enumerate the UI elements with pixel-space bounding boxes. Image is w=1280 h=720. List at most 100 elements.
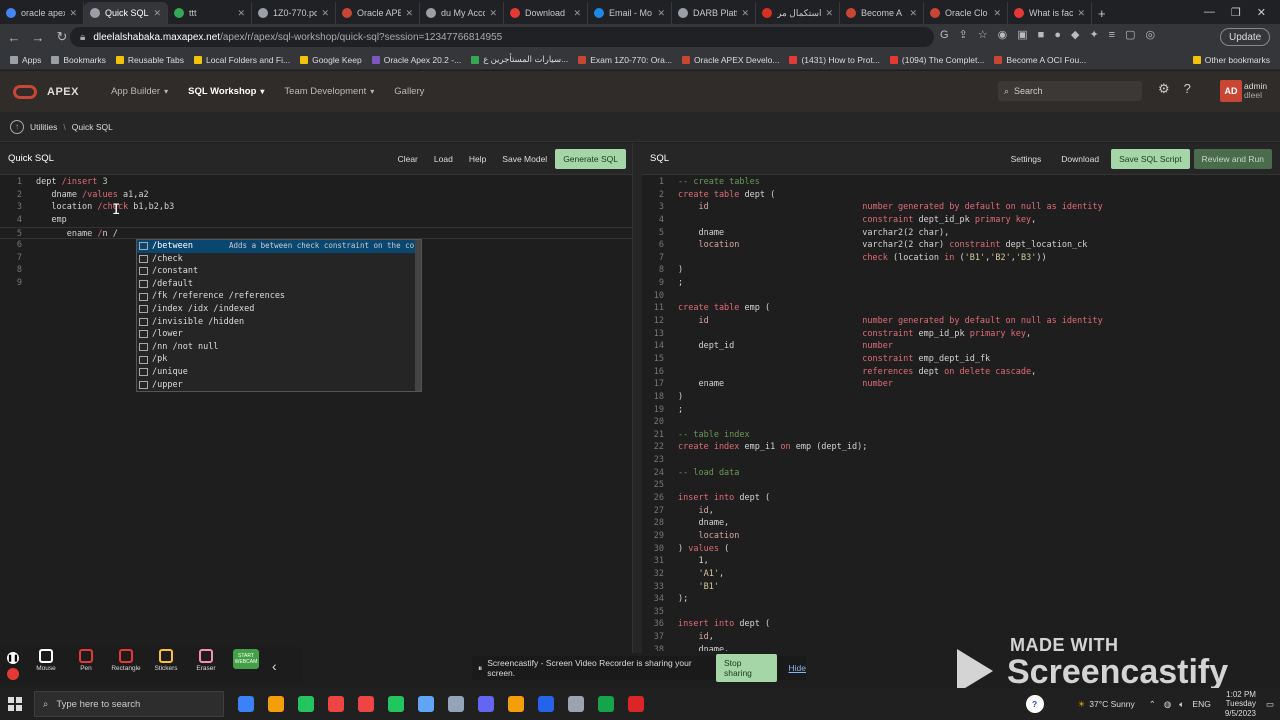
minimize-icon[interactable]: — <box>1204 6 1215 18</box>
bookmark-item[interactable]: (1094) The Complet... <box>889 55 984 65</box>
review-and-run-button[interactable]: Review and Run <box>1193 148 1272 169</box>
taskbar-app-icon[interactable] <box>388 696 404 712</box>
taskbar-app-icon[interactable] <box>538 696 554 712</box>
sql-output-editor[interactable]: 1 -- create tables 2 create table dept (3 i… <box>642 176 1280 651</box>
close-tab-icon[interactable]: ✕ <box>905 8 917 19</box>
browser-tab[interactable]: Email - Mo ✕ <box>588 2 672 24</box>
browser-tab[interactable]: Oracle Clo ✕ <box>924 2 1008 24</box>
weather-text[interactable]: 37°C Sunny <box>1089 699 1134 709</box>
extension-icon[interactable]: ▣ <box>1017 28 1027 41</box>
browser-tab[interactable]: DARB Platfo✕ <box>672 2 756 24</box>
bookmark-item[interactable]: سيارات المستأجرين ع... <box>471 54 568 65</box>
extension-icon[interactable]: ◆ <box>1071 28 1079 41</box>
save-sql-script-button[interactable]: Save SQL Script <box>1111 148 1190 169</box>
taskbar-clock[interactable]: 1:02 PM Tuesday 9/5/2023 <box>1225 690 1256 719</box>
hide-link[interactable]: Hide <box>789 663 806 673</box>
tray-arrow-icon[interactable]: ⌃ <box>1149 699 1156 710</box>
browser-tab[interactable]: 1Z0-770.pdf ✕ <box>252 2 336 24</box>
start-webcam-tool[interactable]: START WEBCAM <box>226 649 266 683</box>
star-icon[interactable]: ☆ <box>978 28 988 41</box>
maximize-icon[interactable]: ❐ <box>1231 6 1241 19</box>
profile-icon[interactable]: ◎ <box>1146 28 1156 41</box>
taskbar-app-icon[interactable] <box>568 696 584 712</box>
autocomplete-item[interactable]: /unique <box>137 366 421 379</box>
bookmark-item[interactable]: Apps <box>10 55 41 65</box>
autocomplete-item[interactable]: /constant <box>137 265 421 278</box>
taskbar-app-icon[interactable] <box>478 696 494 712</box>
autocomplete-item[interactable]: /between Adds a between check constraint … <box>137 240 421 253</box>
autocomplete-item[interactable]: /upper <box>137 379 421 392</box>
browser-tab[interactable]: استكمال مر ✕ <box>756 2 840 24</box>
extension-icon[interactable]: ◉ <box>998 28 1008 41</box>
bookmark-item[interactable]: Oracle APEX Develo... <box>681 55 779 65</box>
taskbar-app-icon[interactable] <box>328 696 344 712</box>
autocomplete-item[interactable]: /default <box>137 278 421 291</box>
bookmark-item[interactable]: Reusable Tabs <box>115 55 184 65</box>
browser-tab[interactable]: Become A ✕ <box>840 2 924 24</box>
admin-user-icon[interactable]: ⚙ <box>1158 81 1170 97</box>
forward-icon[interactable]: → <box>28 30 48 45</box>
back-icon[interactable]: ← <box>4 30 24 45</box>
autocomplete-item[interactable]: /lower <box>137 328 421 341</box>
collapse-icon[interactable]: ‹ <box>272 658 277 674</box>
taskbar-app-icon[interactable] <box>418 696 434 712</box>
taskbar-app-icon[interactable] <box>598 696 614 712</box>
volume-icon[interactable]: 🔈︎ <box>1179 699 1184 710</box>
eraser-tool[interactable]: Eraser <box>186 649 226 683</box>
taskbar-app-icon[interactable] <box>628 696 644 712</box>
pause-icon[interactable]: ❚❚ <box>7 652 19 664</box>
load-button[interactable]: Load <box>426 149 461 169</box>
close-tab-icon[interactable]: ✕ <box>569 8 581 19</box>
stickers-tool[interactable]: Stickers <box>146 649 186 683</box>
taskbar-app-icon[interactable] <box>358 696 374 712</box>
autocomplete-item[interactable]: /nn /not null <box>137 341 421 354</box>
taskbar-app-icon[interactable] <box>448 696 464 712</box>
panel-splitter[interactable] <box>632 143 642 653</box>
share-icon[interactable]: ⇪ <box>959 28 968 41</box>
browser-tab[interactable]: Oracle APEX✕ <box>336 2 420 24</box>
bookmark-item[interactable]: Exam 1Z0-770: Ora... <box>578 55 672 65</box>
browser-tab[interactable]: ttt ✕ <box>168 2 252 24</box>
close-tab-icon[interactable]: ✕ <box>317 8 329 19</box>
settings-button[interactable]: Settings <box>1003 149 1050 169</box>
bookmark-item[interactable]: Local Folders and Fi... <box>193 55 290 65</box>
download-button[interactable]: Download <box>1053 149 1107 169</box>
nav-team-development[interactable]: Team Development ▾ <box>284 86 374 97</box>
extension-icon[interactable]: ■ <box>1038 29 1045 41</box>
nav-app-builder[interactable]: App Builder ▾ <box>111 86 168 97</box>
update-button[interactable]: Update <box>1220 28 1271 46</box>
new-tab-button[interactable]: + <box>1092 2 1112 24</box>
network-icon[interactable]: ◍ <box>1164 699 1171 710</box>
autocomplete-scrollbar[interactable] <box>415 240 421 391</box>
close-tab-icon[interactable]: ✕ <box>989 8 1001 19</box>
autocomplete-item[interactable]: /fk /reference /references <box>137 290 421 303</box>
close-tab-icon[interactable]: ✕ <box>1073 8 1085 19</box>
close-tab-icon[interactable]: ✕ <box>401 8 413 19</box>
avatar[interactable]: AD <box>1220 80 1242 102</box>
reload-icon[interactable]: ↻ <box>52 29 72 45</box>
bookmark-item[interactable]: (1431) How to Prot... <box>789 55 880 65</box>
sidepanel-icon[interactable]: ▢ <box>1125 28 1135 41</box>
close-icon[interactable]: ✕ <box>1257 6 1266 19</box>
autocomplete-item[interactable]: /index /idx /indexed <box>137 303 421 316</box>
nav-sql-workshop[interactable]: SQL Workshop ▾ <box>188 86 264 97</box>
mouse-tool[interactable]: Mouse <box>26 649 66 683</box>
bookmark-item[interactable]: Google Keep <box>300 55 362 65</box>
help-icon[interactable]: ? <box>1184 81 1191 97</box>
close-tab-icon[interactable]: ✕ <box>653 8 665 19</box>
pen-tool[interactable]: Pen <box>66 649 106 683</box>
puzzle-icon[interactable]: ✦ <box>1089 28 1098 41</box>
close-tab-icon[interactable]: ✕ <box>737 8 749 19</box>
up-arrow-icon[interactable]: ↑ <box>10 119 24 134</box>
help-button[interactable]: Help <box>461 149 494 169</box>
help-tray-icon[interactable]: ? <box>1025 695 1044 713</box>
notifications-icon[interactable]: ▭ <box>1266 699 1274 710</box>
browser-tab[interactable]: du My Acco ✕ <box>420 2 504 24</box>
generate-sql-button[interactable]: Generate SQL <box>555 148 626 169</box>
stop-sharing-button[interactable]: Stop sharing <box>716 654 777 682</box>
taskbar-search-input[interactable]: ⌕ Type here to search <box>34 691 224 717</box>
bookmark-item[interactable]: Become A OCI Fou... <box>994 55 1086 65</box>
taskbar-app-icon[interactable] <box>508 696 524 712</box>
url-field[interactable]: 🔒︎ dleelalshabaka.maxapex.net /apex/r/ap… <box>70 27 934 47</box>
close-tab-icon[interactable]: ✕ <box>821 8 833 19</box>
